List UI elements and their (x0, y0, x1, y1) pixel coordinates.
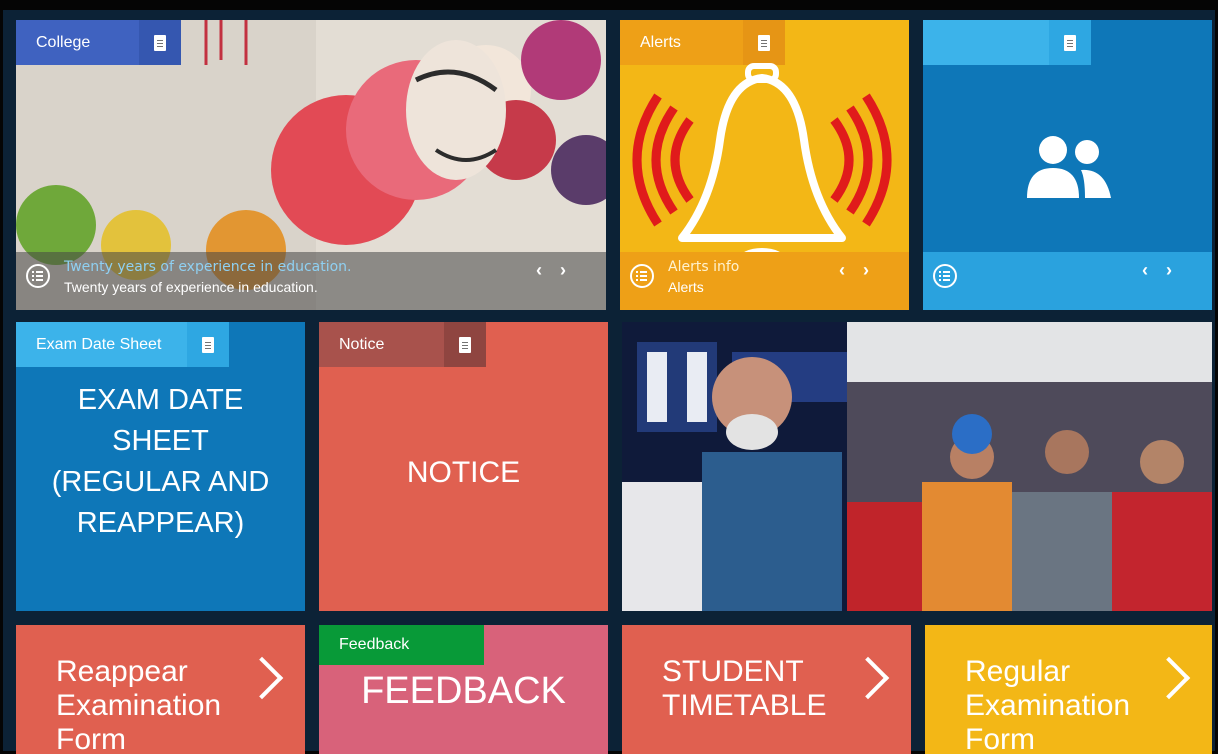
alerts-caption-text: Alerts (668, 279, 704, 295)
alerts-tile[interactable]: Alerts Alerts info Alerts ‹› (620, 20, 909, 310)
feedback-title: FEEDBACK (361, 670, 566, 712)
list-icon[interactable] (933, 264, 957, 288)
college-tile[interactable]: College Twenty years of experience in ed… (16, 20, 606, 310)
student-timetable-tile[interactable]: STUDENT TIMETABLE (622, 625, 911, 754)
people-tile[interactable]: ‹› (923, 20, 1212, 310)
next-arrow-icon[interactable]: › (863, 260, 887, 280)
alerts-tag-label: Alerts (640, 33, 681, 51)
next-arrow-icon[interactable]: › (1166, 260, 1190, 280)
notice-doc-icon[interactable] (444, 322, 486, 367)
next-arrow-icon[interactable]: › (560, 260, 584, 280)
prev-arrow-icon[interactable]: ‹ (1142, 260, 1166, 280)
reappear-form-label: Reappear Examination Form (56, 655, 222, 754)
feedback-tile[interactable]: Feedback FEEDBACK (319, 625, 608, 754)
alerts-caption-bar: Alerts info Alerts ‹› (620, 252, 909, 310)
chevron-right-icon (846, 656, 890, 700)
people-caption-bar: ‹› (923, 252, 1212, 310)
college-caption-text: Twenty years of experience in education. (64, 279, 318, 295)
college-caption-bar: Twenty years of experience in education.… (16, 252, 606, 310)
chevron-right-icon (240, 656, 284, 700)
users-icon (1027, 136, 1111, 198)
feedback-tag-label: Feedback (339, 636, 410, 653)
feedback-tag: Feedback (319, 625, 484, 665)
chevron-right-icon (1147, 656, 1191, 700)
list-icon[interactable] (630, 264, 654, 288)
alerts-doc-icon[interactable] (743, 20, 785, 65)
timetable-label: STUDENT TIMETABLE (662, 655, 827, 722)
photo-tile[interactable] (622, 322, 1212, 611)
alerts-tag: Alerts (620, 20, 785, 65)
exam-tag-label: Exam Date Sheet (36, 335, 162, 353)
university-event-photo (622, 322, 1212, 611)
exam-doc-icon[interactable] (187, 322, 229, 367)
exam-title: EXAM DATE SHEET (REGULAR AND REAPPEAR) (51, 384, 270, 539)
regular-examination-form-tile[interactable]: Regular Examination Form (925, 625, 1212, 754)
reappear-examination-form-tile[interactable]: Reappear Examination Form (16, 625, 305, 754)
college-carousel-arrows: ‹› (536, 260, 584, 281)
notice-tag: Notice (319, 322, 486, 367)
college-doc-icon[interactable] (139, 20, 181, 65)
notice-tile[interactable]: Notice NOTICE (319, 322, 608, 611)
exam-date-sheet-tile[interactable]: Exam Date Sheet EXAM DATE SHEET (REGULAR… (16, 322, 305, 611)
prev-arrow-icon[interactable]: ‹ (839, 260, 863, 280)
people-carousel-arrows: ‹› (1142, 260, 1190, 281)
college-tag-label: College (36, 33, 91, 51)
alerts-caption-title: Alerts info (668, 259, 740, 275)
college-caption-title: Twenty years of experience in education. (64, 259, 352, 275)
notice-title: NOTICE (406, 456, 521, 489)
college-tag: College (16, 20, 181, 65)
notice-tag-label: Notice (339, 335, 385, 353)
regular-form-label: Regular Examination Form (965, 655, 1131, 754)
people-tag (923, 20, 1091, 65)
alerts-carousel-arrows: ‹› (839, 260, 887, 281)
prev-arrow-icon[interactable]: ‹ (536, 260, 560, 280)
exam-tag: Exam Date Sheet (16, 322, 229, 367)
people-doc-icon[interactable] (1049, 20, 1091, 65)
list-icon[interactable] (26, 264, 50, 288)
